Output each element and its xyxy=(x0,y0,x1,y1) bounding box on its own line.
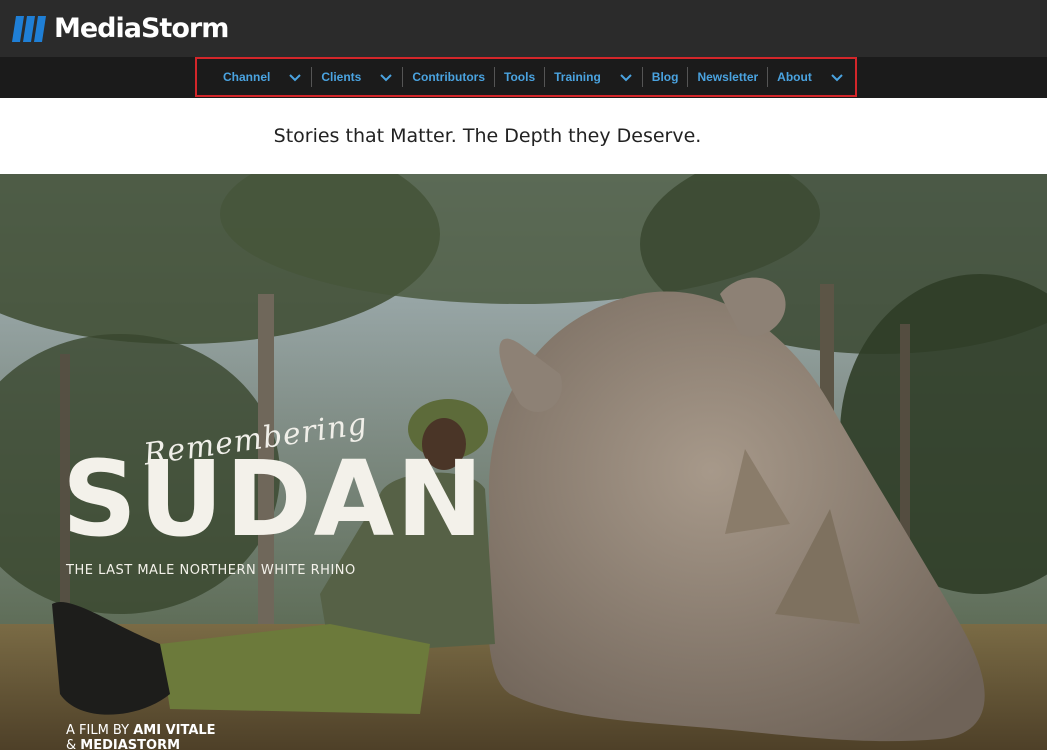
nav-label: Training xyxy=(554,70,601,84)
site-header: MediaStorm xyxy=(0,0,1047,57)
nav-item-clients[interactable]: Clients xyxy=(311,67,402,87)
nav-label: Contributors xyxy=(412,70,486,84)
nav-item-tools[interactable]: Tools xyxy=(494,67,544,87)
logo-mark-icon xyxy=(12,16,46,42)
nav-label: Newsletter xyxy=(697,70,759,84)
site-logo[interactable]: MediaStorm xyxy=(12,12,229,46)
main-navigation: Channel Clients Contributors Tools Train… xyxy=(0,57,1047,98)
nav-label: Clients xyxy=(321,70,362,84)
chevron-down-icon[interactable] xyxy=(288,70,302,84)
credit-line-1: A FILM BY AMI VITALE xyxy=(66,723,216,738)
hero-subtitle: THE LAST MALE NORTHERN WHITE RHINO xyxy=(66,563,356,578)
credit-name-2: MEDIASTORM xyxy=(80,738,181,750)
nav-highlight-box: Channel Clients Contributors Tools Train… xyxy=(195,57,857,97)
credit-prefix: A FILM BY xyxy=(66,723,130,738)
nav-label: Channel xyxy=(223,70,271,84)
nav-label: Blog xyxy=(651,70,679,84)
nav-label: About xyxy=(777,70,812,84)
chevron-down-icon[interactable] xyxy=(379,70,393,84)
hero-banner[interactable]: Remembering SUDAN THE LAST MALE NORTHERN… xyxy=(0,174,1047,750)
site-tagline: Stories that Matter. The Depth they Dese… xyxy=(273,125,702,147)
nav-item-newsletter[interactable]: Newsletter xyxy=(687,67,767,87)
nav-item-about[interactable]: About xyxy=(767,67,853,87)
credit-prefix-2: & xyxy=(66,738,77,750)
hero-title: SUDAN xyxy=(62,438,486,560)
credit-name: AMI VITALE xyxy=(133,723,216,738)
nav-label: Tools xyxy=(504,70,536,84)
nav-item-blog[interactable]: Blog xyxy=(641,67,688,87)
credit-line-2: & MEDIASTORM xyxy=(66,738,216,750)
hero-credit: A FILM BY AMI VITALE & MEDIASTORM xyxy=(66,723,216,750)
logo-text: MediaStorm xyxy=(54,13,229,44)
chevron-down-icon[interactable] xyxy=(619,70,633,84)
chevron-down-icon[interactable] xyxy=(830,70,844,84)
nav-item-contributors[interactable]: Contributors xyxy=(402,67,494,87)
nav-item-channel[interactable]: Channel xyxy=(211,67,311,87)
nav-item-training[interactable]: Training xyxy=(544,67,642,87)
